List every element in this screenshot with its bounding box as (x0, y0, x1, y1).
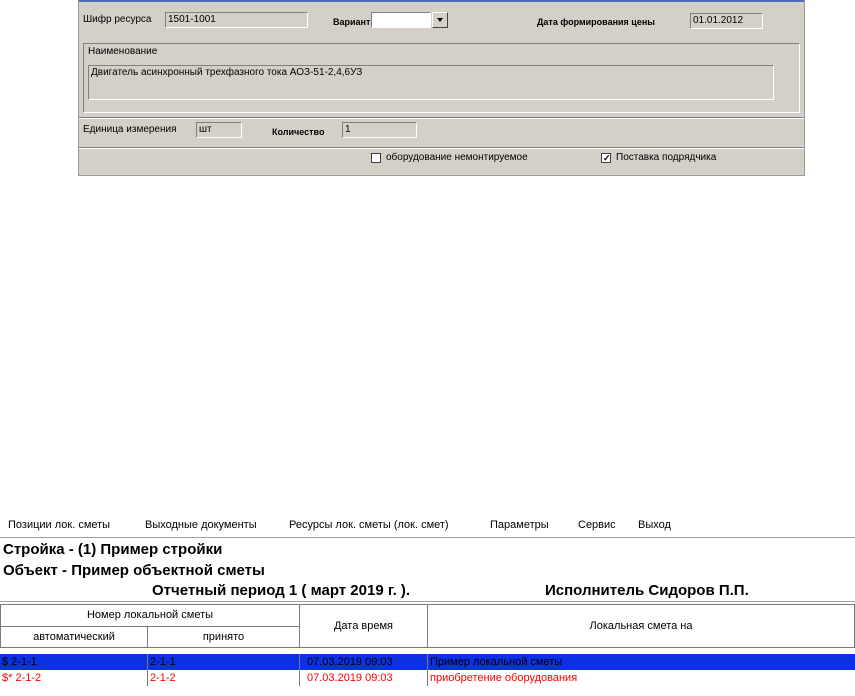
column-separator (299, 654, 300, 670)
column-separator (147, 670, 148, 686)
resource-form-panel: Шифр ресурса 1501-1001 Вариант Дата форм… (78, 0, 805, 176)
cell-estimate: приобретение оборудования (430, 672, 578, 684)
name-field[interactable]: Двигатель асинхронный трехфазного тока А… (88, 65, 774, 100)
quantity-label: Количество (272, 127, 325, 137)
variant-select[interactable] (371, 12, 431, 28)
menu-item-exit[interactable]: Выход (638, 519, 671, 531)
menu-item-resources[interactable]: Ресурсы лок. сметы (лок. смет) (289, 519, 449, 531)
menu-item-positions[interactable]: Позиции лок. сметы (8, 519, 110, 531)
resource-code-label: Шифр ресурса (83, 14, 152, 25)
executor-title: Исполнитель Сидоров П.П. (545, 582, 749, 599)
panel-top-border (79, 0, 804, 2)
variant-dropdown-button[interactable] (432, 12, 448, 28)
column-group-header: Номер локальной сметы (0, 604, 300, 627)
cell-auto: $ 2-1-1 (2, 656, 37, 668)
column-header-datetime[interactable]: Дата время (299, 604, 428, 648)
column-header-accepted[interactable]: принято (147, 626, 300, 648)
variant-label: Вариант (333, 17, 371, 27)
cell-estimate: Пример локальной сметы (430, 656, 563, 668)
price-date-field[interactable]: 01.01.2012 (690, 13, 763, 29)
object-title: Объект - Пример объектной сметы (3, 562, 265, 579)
chevron-down-icon (437, 18, 443, 22)
divider (79, 147, 804, 149)
cell-datetime: 07.03.2019 09:03 (307, 656, 393, 668)
resource-code-field[interactable]: 1501-1001 (165, 12, 308, 28)
column-separator (299, 670, 300, 686)
menu-item-service[interactable]: Сервис (578, 519, 616, 531)
cell-accepted: 2-1-2 (150, 672, 176, 684)
contractor-checkbox[interactable]: ✓ (601, 153, 611, 163)
column-header-estimate[interactable]: Локальная смета на (427, 604, 855, 648)
table-row[interactable]: $* 2-1-2 2-1-2 07.03.2019 09:03 приобрет… (0, 670, 855, 686)
quantity-field[interactable]: 1 (342, 122, 417, 138)
menu-item-parameters[interactable]: Параметры (490, 519, 549, 531)
cell-accepted: 2-1-1 (150, 656, 176, 668)
table-row[interactable]: $ 2-1-1 2-1-1 07.03.2019 09:03 Пример ло… (0, 654, 855, 670)
menu-bar: Позиции лок. сметы Выходные документы Ре… (0, 515, 855, 535)
equipment-checkbox[interactable] (371, 153, 381, 163)
name-groupbox: Наименование Двигатель асинхронный трехф… (83, 43, 800, 113)
divider (79, 117, 804, 119)
unit-field[interactable]: шт (196, 122, 242, 138)
contractor-checkbox-label: Поставка подрядчика (616, 152, 717, 163)
equipment-checkbox-label: оборудование немонтируемое (386, 152, 528, 163)
period-title: Отчетный период 1 ( март 2019 г. ). (152, 582, 411, 599)
column-separator (427, 654, 428, 670)
estimate-header: Стройка - (1) Пример стройки Объект - Пр… (0, 537, 855, 602)
cell-datetime: 07.03.2019 09:03 (307, 672, 393, 684)
cell-auto: $* 2-1-2 (2, 672, 42, 684)
construction-title: Стройка - (1) Пример стройки (3, 541, 223, 558)
checkmark-icon: ✓ (603, 153, 611, 163)
unit-label: Единица измерения (83, 124, 177, 135)
column-header-auto[interactable]: автоматический (0, 626, 148, 648)
column-separator (427, 670, 428, 686)
estimates-table: Номер локальной сметы автоматический при… (0, 603, 855, 696)
menu-item-output-docs[interactable]: Выходные документы (145, 519, 257, 531)
price-date-label: Дата формирования цены (537, 17, 655, 27)
column-separator (147, 654, 148, 670)
name-label: Наименование (88, 46, 158, 57)
